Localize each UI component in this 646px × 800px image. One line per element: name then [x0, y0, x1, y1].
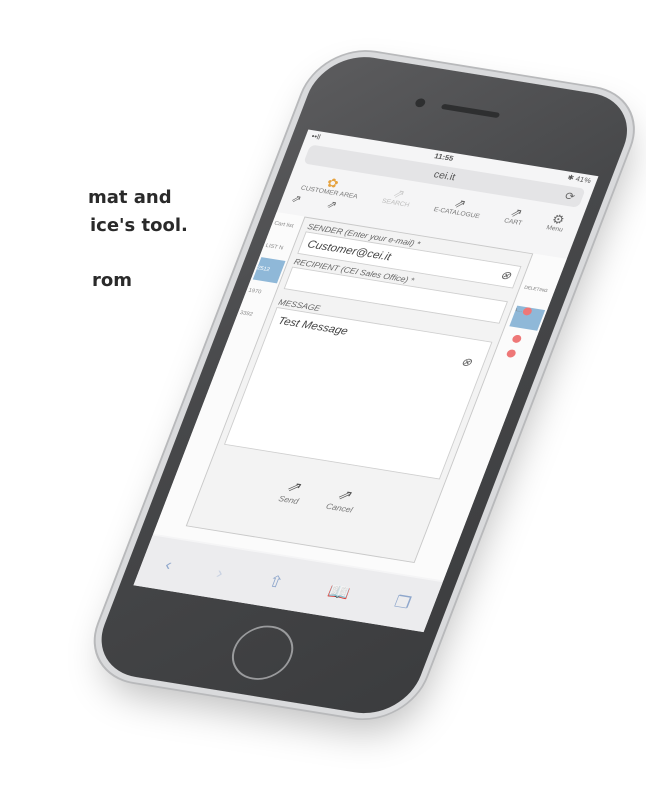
share-icon[interactable]: ⇧: [265, 572, 287, 592]
url-text: cei.it: [431, 169, 457, 183]
share-icon[interactable]: ⇗: [290, 192, 304, 206]
home-button[interactable]: [223, 621, 302, 685]
toolbar-menu[interactable]: ⚙ Menu: [545, 211, 569, 233]
status-time: 11:55: [433, 151, 455, 163]
send-button[interactable]: ⇗ Send: [277, 477, 306, 506]
background-text-line3: rom: [92, 270, 132, 291]
tabs-icon[interactable]: ❐: [392, 592, 414, 612]
phone-body: ••ll 11:55 ✱ 41% cei.it ⟳ ✿ CUSTOMER ARE…: [87, 50, 642, 721]
camera-icon: [413, 97, 427, 108]
delete-icon[interactable]: [521, 306, 534, 316]
share-icon[interactable]: ⇗: [325, 198, 339, 212]
cart-content: Cart list LIST N 2512 1970 3392 DELETING…: [153, 212, 567, 581]
clear-icon[interactable]: ⊗: [498, 268, 513, 283]
send-icon: ⇗: [284, 479, 303, 496]
reload-icon[interactable]: ⟳: [563, 190, 577, 204]
toolbar-cart[interactable]: ⇗ CART: [503, 204, 528, 227]
forward-icon[interactable]: ›: [214, 563, 226, 582]
row-cell[interactable]: [498, 348, 529, 360]
delete-column-header: DELETING L...: [514, 285, 549, 314]
battery-indicator: ✱ 41%: [566, 173, 593, 185]
bookmarks-icon[interactable]: 📖: [325, 581, 352, 602]
back-icon[interactable]: ‹: [162, 555, 175, 574]
background-text-line1: mat and: [88, 187, 172, 208]
send-label: Send: [277, 493, 301, 506]
toolbar-search[interactable]: ⇗ SEARCH: [381, 184, 416, 209]
cancel-label: Cancel: [324, 501, 355, 515]
send-email-dialog: SENDER (Enter your e-mail) * Customer@ce…: [185, 216, 534, 564]
phone-mockup: ••ll 11:55 ✱ 41% cei.it ⟳ ✿ CUSTOMER ARE…: [74, 50, 646, 758]
cancel-button[interactable]: ⇗ Cancel: [325, 484, 361, 514]
speaker-grille: [440, 103, 501, 119]
phone-screen: ••ll 11:55 ✱ 41% cei.it ⟳ ✿ CUSTOMER ARE…: [133, 129, 599, 633]
row-cell[interactable]: [504, 333, 535, 345]
signal-indicator: ••ll: [310, 132, 322, 142]
message-value: Test Message: [276, 314, 350, 338]
cancel-icon: ⇗: [335, 487, 354, 504]
delete-icon[interactable]: [511, 334, 523, 344]
delete-icon[interactable]: [505, 349, 517, 359]
clear-icon[interactable]: ⊗: [459, 355, 474, 370]
background-text-line2: ice's tool.: [90, 215, 188, 236]
